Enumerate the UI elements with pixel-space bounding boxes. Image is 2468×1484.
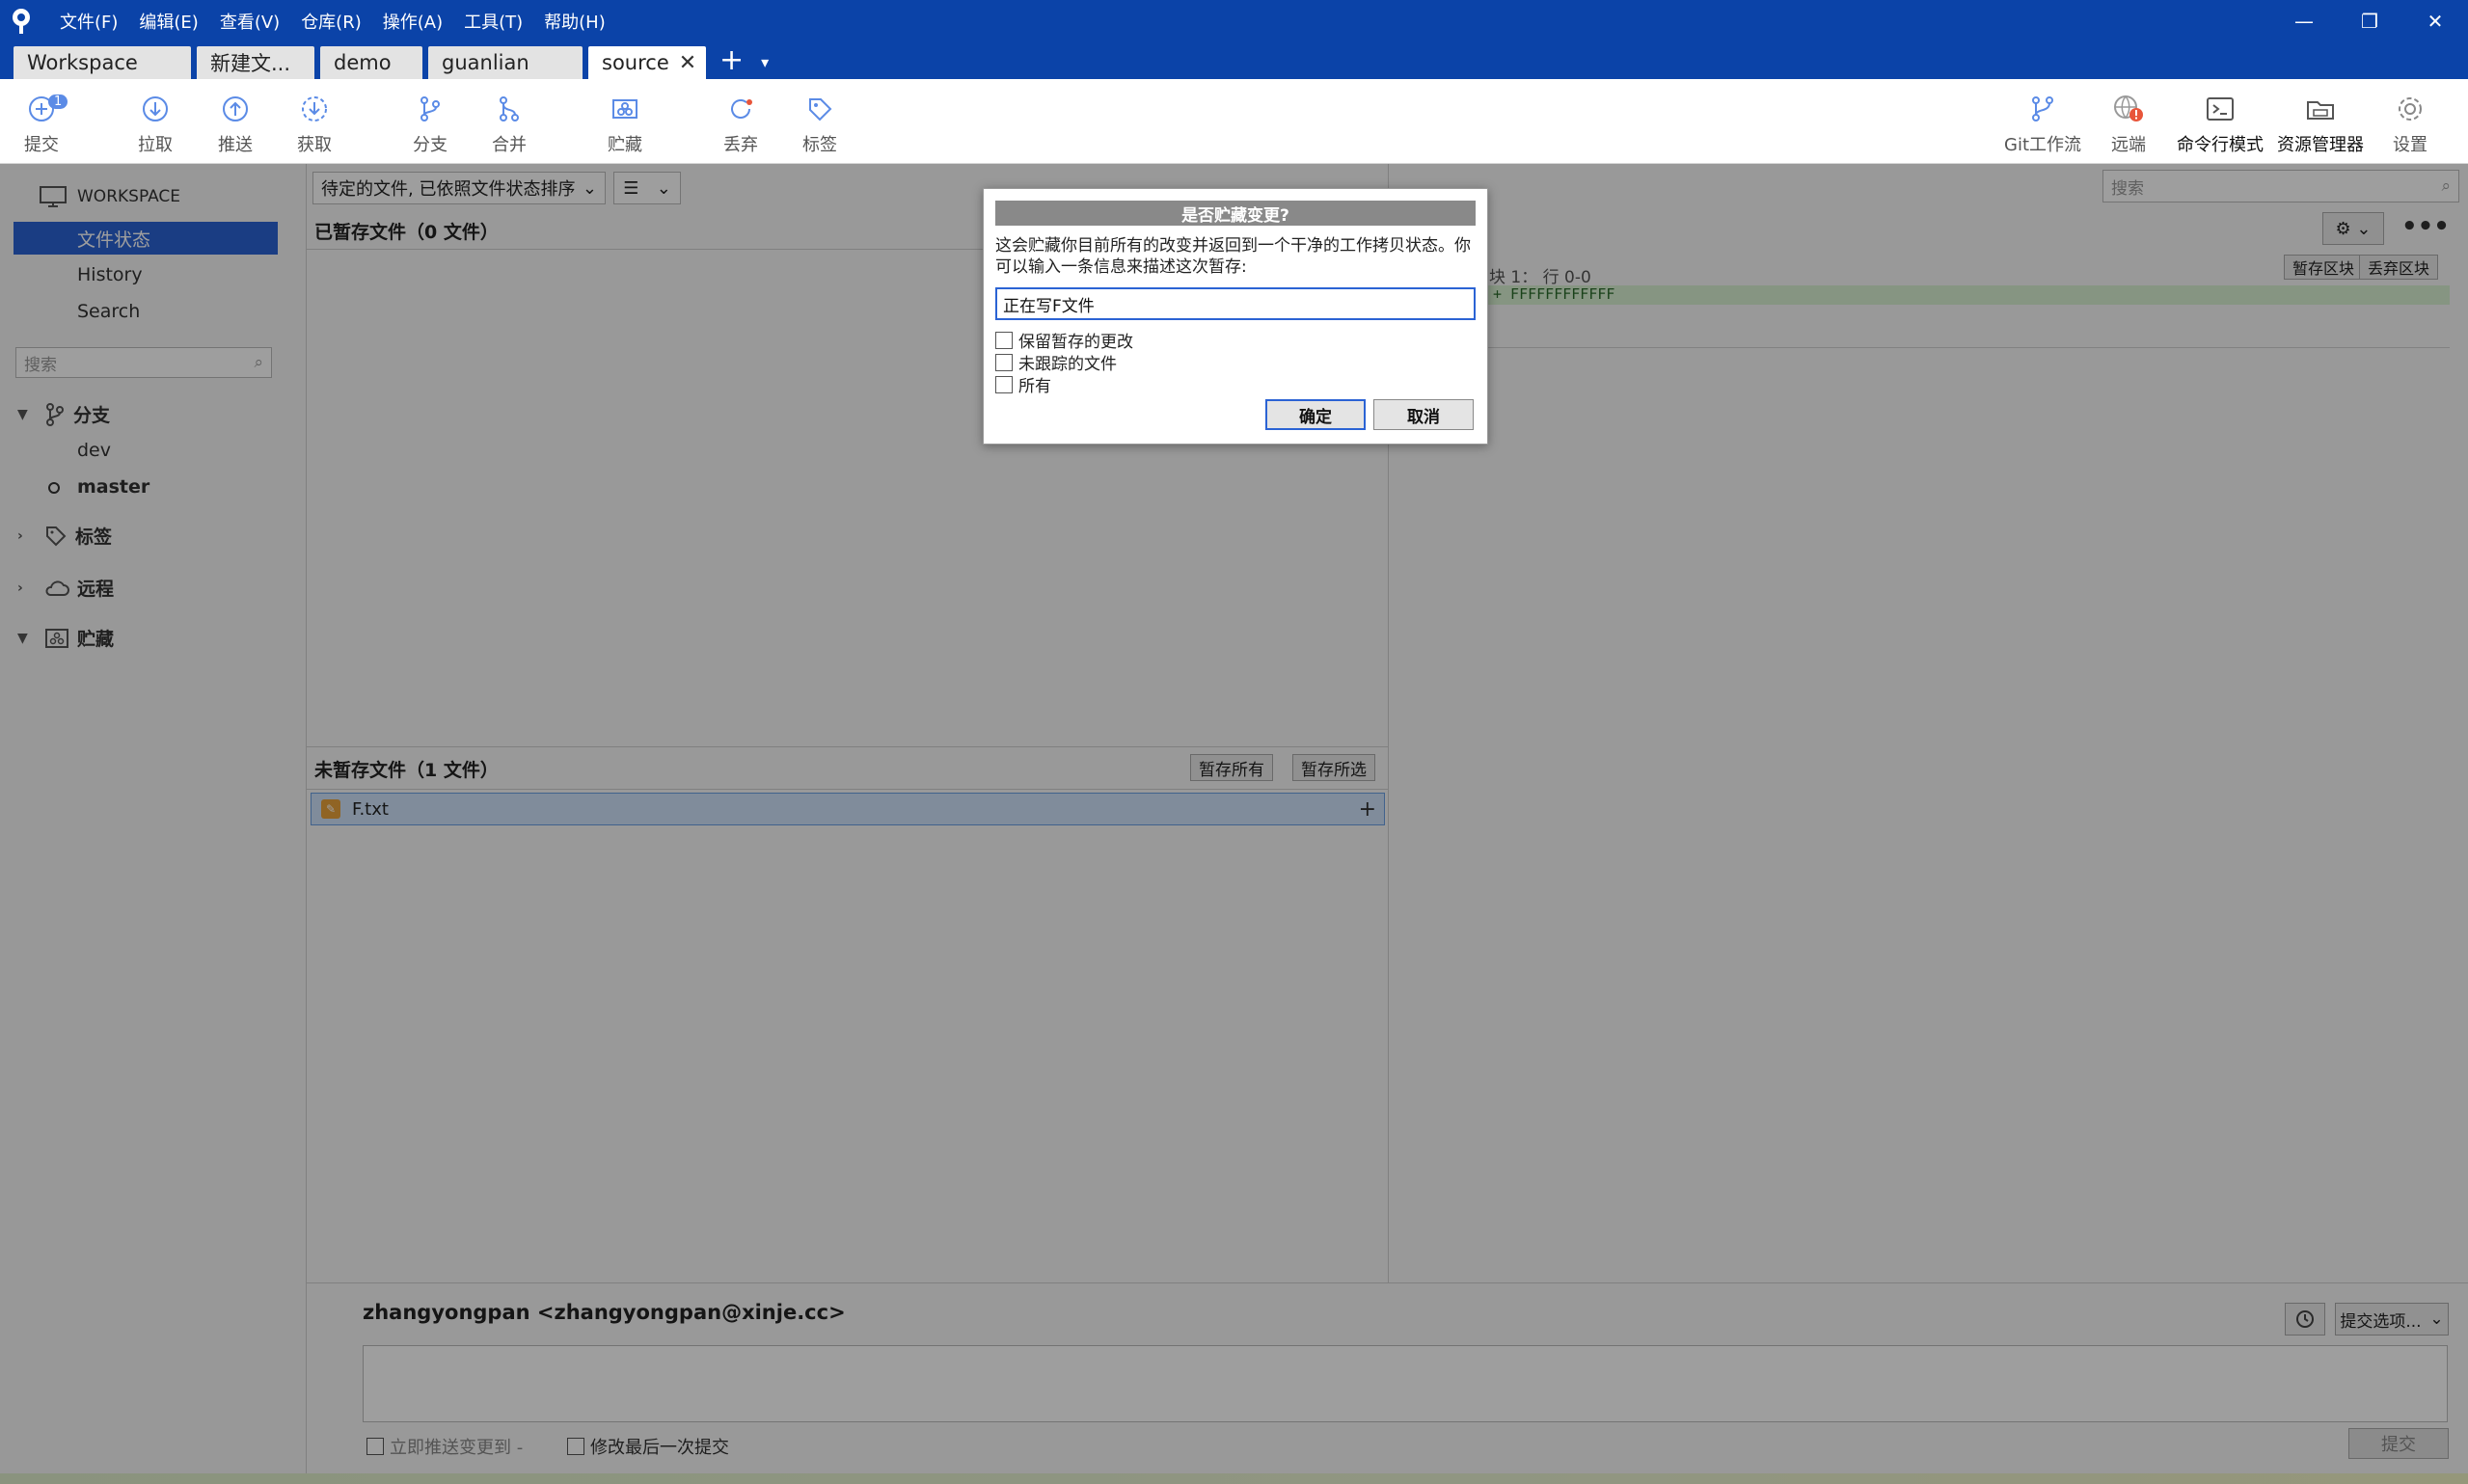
folder-icon: [2274, 89, 2367, 129]
minimize-button[interactable]: —: [2271, 0, 2337, 42]
git-flow-icon: [2004, 89, 2081, 129]
menu-tools[interactable]: 工具(T): [464, 9, 523, 34]
branch-icon: [391, 89, 470, 129]
commit-count-badge: 1: [48, 94, 68, 109]
tab-label: demo: [334, 51, 392, 74]
fetch-button[interactable]: 获取: [275, 89, 354, 156]
ok-button[interactable]: 确定: [1265, 399, 1366, 430]
menu-actions[interactable]: 操作(A): [383, 9, 443, 34]
all-checkbox[interactable]: 所有: [995, 372, 1051, 396]
restore-button[interactable]: ❐: [2337, 0, 2402, 42]
explorer-label: 资源管理器: [2277, 135, 2364, 155]
tag-icon: [780, 89, 859, 129]
keep-staged-label: 保留暂存的更改: [1018, 333, 1133, 352]
close-window-button[interactable]: ✕: [2402, 0, 2468, 42]
menu-bar: 文件(F) 编辑(E) 查看(V) 仓库(R) 操作(A) 工具(T) 帮助(H…: [60, 9, 627, 34]
tab-label: 新建文...: [210, 52, 291, 75]
merge-button[interactable]: 合并: [470, 89, 549, 156]
commit-label: 提交: [24, 135, 59, 155]
untracked-files-label: 未跟踪的文件: [1018, 355, 1117, 374]
dialog-title: 是否贮藏变更?: [995, 201, 1476, 226]
all-label: 所有: [1018, 377, 1051, 396]
app-logo-icon: [0, 0, 42, 42]
stash-icon: [585, 89, 664, 129]
add-tab-button[interactable]: +: [719, 43, 744, 77]
terminal-icon: [2174, 89, 2266, 129]
commit-button[interactable]: 1 提交: [2, 89, 81, 156]
arrow-down-circle-icon: [116, 89, 195, 129]
tab-label: Workspace: [27, 51, 138, 74]
plus-circle-icon: [2, 89, 81, 129]
untracked-files-checkbox[interactable]: 未跟踪的文件: [995, 350, 1117, 374]
menu-file[interactable]: 文件(F): [60, 9, 118, 34]
branch-button[interactable]: 分支: [391, 89, 470, 156]
pull-label: 拉取: [138, 135, 173, 155]
terminal-label: 命令行模式: [2177, 135, 2264, 155]
remote-label: 远端: [2111, 135, 2146, 155]
menu-view[interactable]: 查看(V): [220, 9, 280, 34]
git-flow-button[interactable]: Git工作流: [2004, 89, 2081, 156]
push-button[interactable]: 推送: [196, 89, 275, 156]
push-label: 推送: [218, 135, 253, 155]
merge-label: 合并: [492, 135, 527, 155]
menu-repository[interactable]: 仓库(R): [301, 9, 362, 34]
tab-guanlian[interactable]: guanlian: [428, 46, 583, 79]
fetch-icon: [275, 89, 354, 129]
tab-label: guanlian: [442, 51, 529, 74]
settings-label: 设置: [2393, 135, 2427, 155]
explorer-button[interactable]: 资源管理器: [2274, 89, 2367, 156]
title-bar: 文件(F) 编辑(E) 查看(V) 仓库(R) 操作(A) 工具(T) 帮助(H…: [0, 0, 2468, 42]
stash-label: 贮藏: [608, 135, 642, 155]
globe-warning-icon: [2089, 89, 2168, 129]
tab-bar: Workspace 新建文... demo guanlian source ✕ +…: [0, 42, 2468, 79]
checkbox: [995, 353, 1013, 371]
tab-new-file[interactable]: 新建文...: [197, 46, 314, 79]
window-controls: — ❐ ✕: [2271, 0, 2468, 42]
merge-icon: [470, 89, 549, 129]
stash-message-input[interactable]: [995, 287, 1476, 320]
close-tab-icon[interactable]: ✕: [679, 51, 696, 75]
cancel-button[interactable]: 取消: [1373, 399, 1474, 430]
toolbar: 1 提交 拉取 推送 获取 分支 合并 贮藏 丢弃 标签 Git工作流 远端 命…: [0, 79, 2468, 164]
tag-button[interactable]: 标签: [780, 89, 859, 156]
tab-workspace[interactable]: Workspace: [14, 46, 191, 79]
terminal-button[interactable]: 命令行模式: [2174, 89, 2266, 156]
settings-button[interactable]: 设置: [2371, 89, 2450, 156]
tab-source[interactable]: source ✕: [588, 46, 706, 79]
tab-label: source: [602, 51, 669, 74]
checkbox: [995, 375, 1013, 393]
tag-label: 标签: [802, 135, 837, 155]
menu-edit[interactable]: 编辑(E): [139, 9, 198, 34]
tab-demo[interactable]: demo: [320, 46, 422, 79]
arrow-up-circle-icon: [196, 89, 275, 129]
menu-help[interactable]: 帮助(H): [544, 9, 606, 34]
remote-button[interactable]: 远端: [2089, 89, 2168, 156]
keep-staged-checkbox[interactable]: 保留暂存的更改: [995, 328, 1133, 352]
gear-icon: [2371, 89, 2450, 129]
discard-label: 丢弃: [723, 135, 758, 155]
discard-icon: [701, 89, 780, 129]
fetch-label: 获取: [297, 135, 332, 155]
stash-button[interactable]: 贮藏: [585, 89, 664, 156]
pull-button[interactable]: 拉取: [116, 89, 195, 156]
stash-dialog: 是否贮藏变更? 这会贮藏你目前所有的改变并返回到一个干净的工作拷贝状态。你可以输…: [983, 188, 1488, 445]
checkbox: [995, 331, 1013, 349]
branch-label: 分支: [413, 135, 447, 155]
git-flow-label: Git工作流: [2004, 135, 2082, 155]
tab-list-dropdown[interactable]: ▾: [761, 53, 769, 71]
discard-button[interactable]: 丢弃: [701, 89, 780, 156]
dialog-message: 这会贮藏你目前所有的改变并返回到一个干净的工作拷贝状态。你可以输入一条信息来描述…: [995, 236, 1471, 277]
